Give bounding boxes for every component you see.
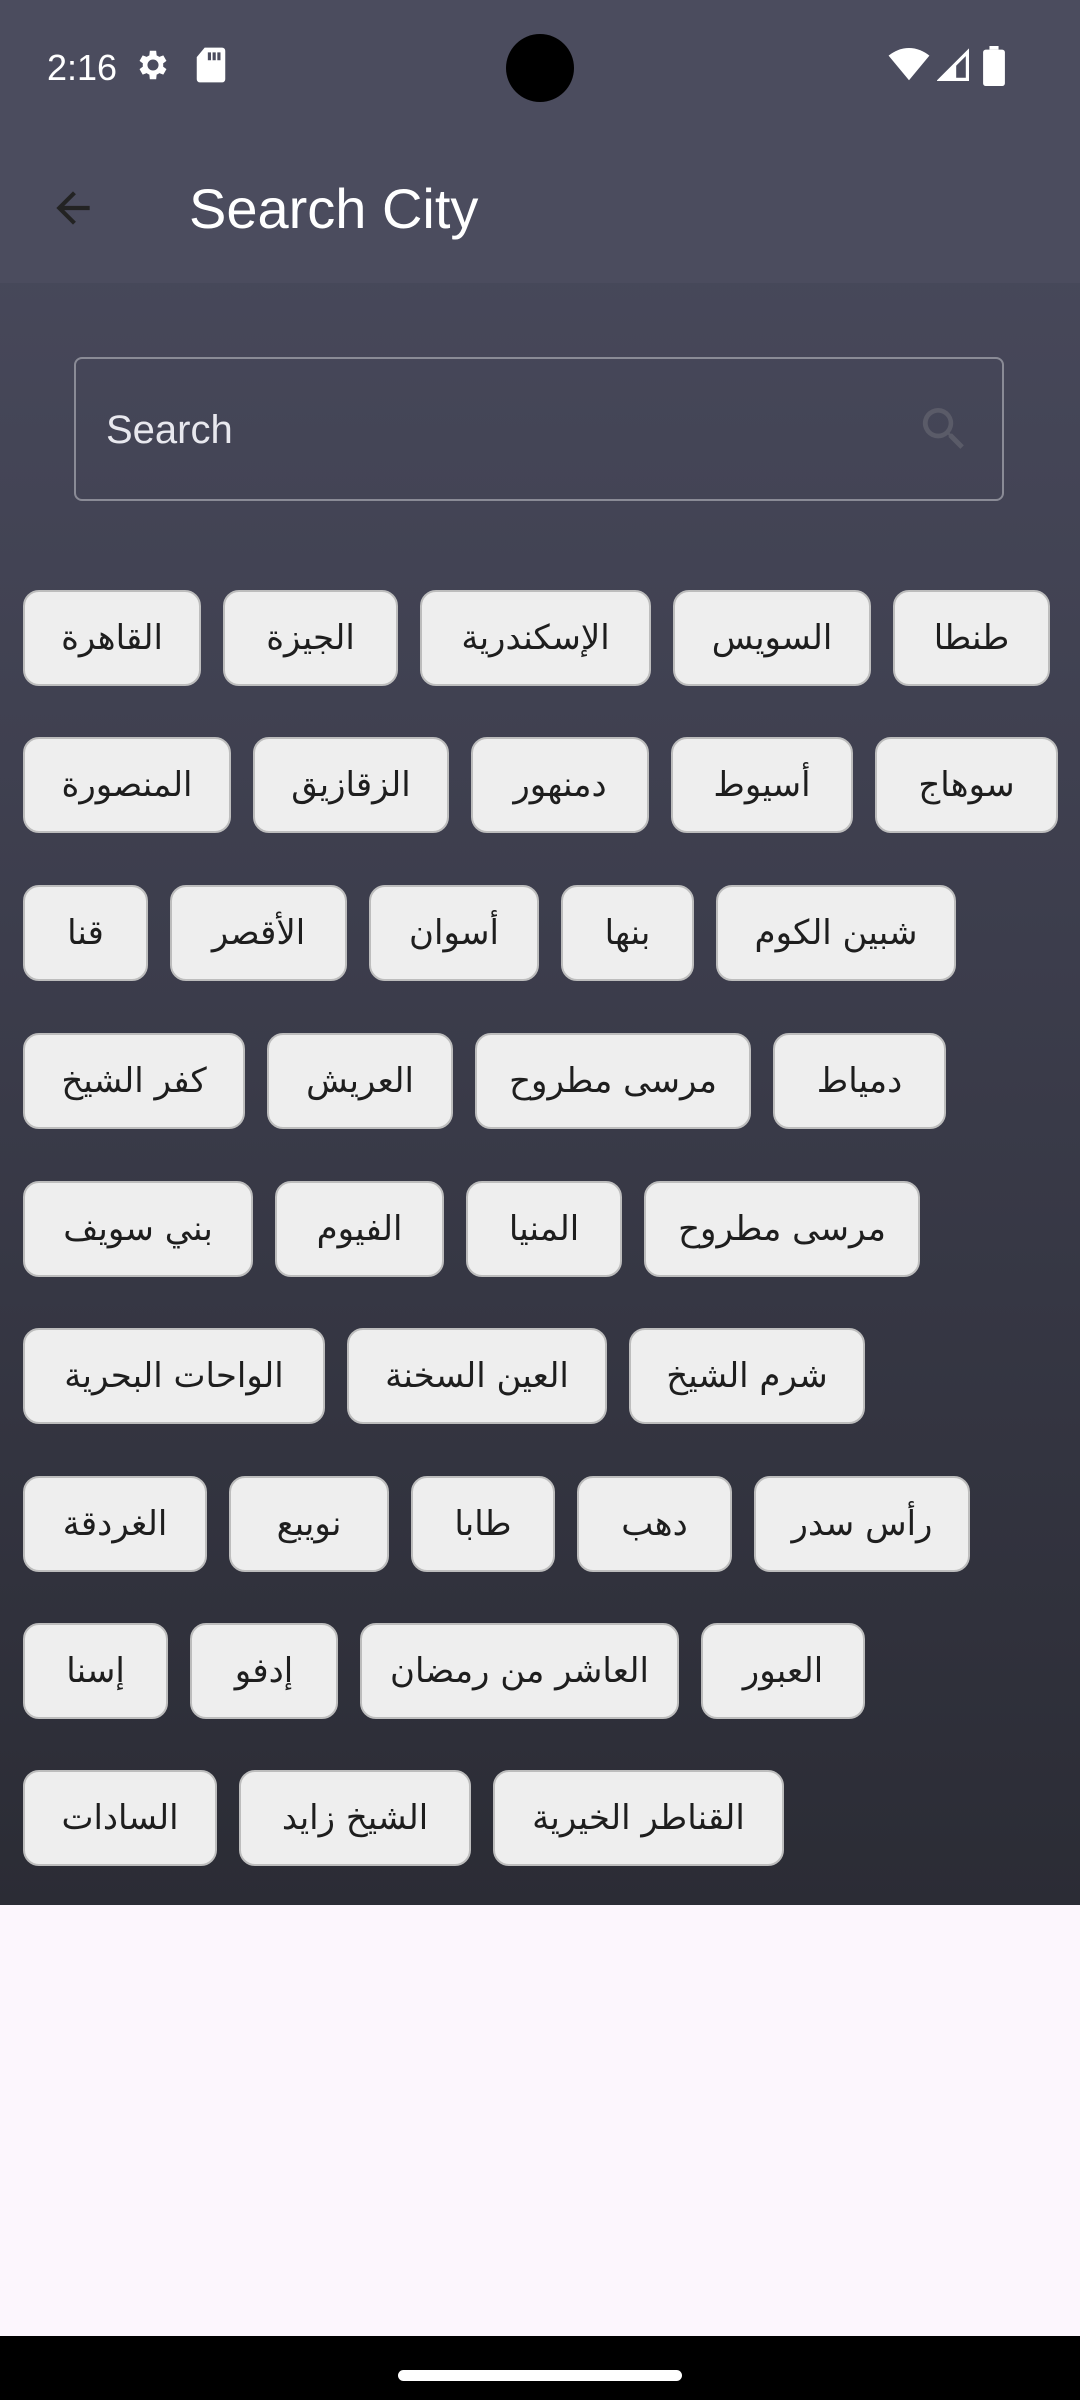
city-chip[interactable]: السويس — [673, 590, 871, 686]
city-chip[interactable]: بني سويف — [23, 1181, 253, 1277]
city-chip[interactable]: رأس سدر — [754, 1476, 970, 1572]
battery-icon — [983, 46, 1005, 90]
wifi-icon — [888, 48, 930, 86]
city-chip[interactable]: كفر الشيخ — [23, 1033, 245, 1129]
city-chip[interactable]: سوهاج — [875, 737, 1058, 833]
city-chip[interactable]: الجيزة — [223, 590, 398, 686]
search-icon — [916, 401, 972, 457]
search-input[interactable] — [104, 359, 928, 501]
city-chip[interactable]: دمنهور — [471, 737, 649, 833]
city-chip[interactable]: إسنا — [23, 1623, 168, 1719]
city-chip[interactable]: الغردقة — [23, 1476, 207, 1572]
city-chip[interactable]: الإسكندرية — [420, 590, 651, 686]
app-bar: Search City — [0, 135, 1080, 283]
city-chip[interactable]: العاشر من رمضان — [360, 1623, 679, 1719]
front-camera — [506, 34, 574, 102]
city-chip[interactable]: القاهرة — [23, 590, 201, 686]
city-chip[interactable]: الواحات البحرية — [23, 1328, 325, 1424]
city-chip[interactable]: مرسى مطروح — [644, 1181, 920, 1277]
home-gesture-handle[interactable] — [398, 2370, 682, 2381]
city-chip[interactable]: دهب — [577, 1476, 732, 1572]
status-time: 2:16 — [47, 47, 118, 88]
signal-icon — [936, 48, 969, 86]
city-chip[interactable]: أسوان — [369, 885, 539, 981]
city-chip[interactable]: المنصورة — [23, 737, 231, 833]
city-chip[interactable]: العين السخنة — [347, 1328, 607, 1424]
navigation-bar — [0, 2336, 1080, 2400]
city-chip[interactable]: الزقازيق — [253, 737, 449, 833]
page-title: Search City — [189, 177, 479, 240]
city-chip[interactable]: أسيوط — [671, 737, 853, 833]
city-chip[interactable]: إدفو — [190, 1623, 338, 1719]
city-chip[interactable]: طنطا — [893, 590, 1050, 686]
city-chip[interactable]: دمياط — [773, 1033, 946, 1129]
city-chip[interactable]: طابا — [411, 1476, 555, 1572]
search-field[interactable] — [74, 357, 1004, 501]
settings-icon — [134, 46, 172, 88]
status-bar: 2:16 — [0, 0, 1080, 135]
city-chip[interactable]: العريش — [267, 1033, 453, 1129]
city-chip[interactable]: الشيخ زايد — [239, 1770, 471, 1866]
city-chip[interactable]: السادات — [23, 1770, 217, 1866]
back-button[interactable] — [38, 175, 108, 245]
city-chip[interactable]: بنها — [561, 885, 694, 981]
city-chip[interactable]: القناطر الخيرية — [493, 1770, 784, 1866]
city-chip[interactable]: قنا — [23, 885, 148, 981]
city-chip[interactable]: الفيوم — [275, 1181, 444, 1277]
city-chip[interactable]: نويبع — [229, 1476, 389, 1572]
city-chip[interactable]: شرم الشيخ — [629, 1328, 865, 1424]
city-chip[interactable]: الأقصر — [170, 885, 347, 981]
city-chip[interactable]: المنيا — [466, 1181, 622, 1277]
city-chip[interactable]: شبين الكوم — [716, 885, 956, 981]
arrow-left-icon — [48, 183, 98, 237]
sd-card-icon — [194, 46, 228, 88]
city-chip[interactable]: العبور — [701, 1623, 865, 1719]
city-chip[interactable]: مرسى مطروح — [475, 1033, 751, 1129]
